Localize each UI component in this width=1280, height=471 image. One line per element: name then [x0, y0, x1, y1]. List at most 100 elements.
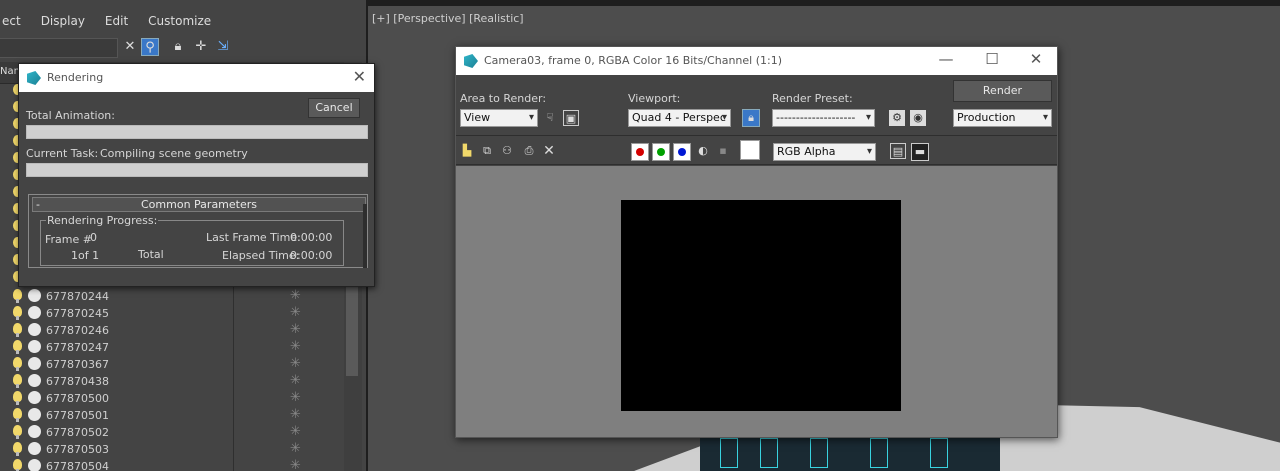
light-bulb-icon[interactable]	[13, 442, 22, 456]
lock-icon[interactable]: 🔒︎	[169, 38, 187, 56]
teapot-icon	[28, 323, 41, 336]
freeze-icon[interactable]: ✳	[290, 390, 301, 405]
object-name: 677870247	[46, 341, 109, 354]
list-item[interactable]: 677870245 ✳	[0, 305, 344, 322]
explorer-search-input[interactable]	[0, 38, 118, 58]
clear-icon[interactable]: ✕	[541, 143, 557, 159]
clone-window-icon[interactable]: ⚇	[499, 143, 515, 159]
clear-search-icon[interactable]: ✕	[121, 38, 139, 56]
area-to-render-dropdown[interactable]: View ▾	[460, 109, 538, 127]
cancel-button[interactable]: Cancel	[308, 98, 360, 118]
blue-channel-toggle[interactable]	[673, 143, 691, 161]
render-setup-icon[interactable]: ⚙	[889, 110, 905, 126]
freeze-icon[interactable]: ✳	[290, 407, 301, 422]
toggle-ui-overlay-icon[interactable]: ▤	[890, 143, 906, 159]
select-children-icon[interactable]: ✛	[192, 38, 210, 56]
light-bulb-icon[interactable]	[13, 408, 22, 422]
total-animation-progress-bar	[26, 125, 368, 139]
teapot-icon	[28, 408, 41, 421]
freeze-icon[interactable]: ✳	[290, 322, 301, 337]
minimize-icon[interactable]: —	[936, 50, 956, 68]
object-name: 677870245	[46, 307, 109, 320]
toggle-ui-icon[interactable]: ▬	[911, 143, 929, 161]
light-bulb-icon[interactable]	[13, 374, 22, 388]
freeze-icon[interactable]: ✳	[290, 305, 301, 320]
production-dropdown[interactable]: Production ▾	[953, 109, 1052, 127]
monochrome-icon[interactable]: ▪	[715, 143, 731, 159]
render-preset-dropdown[interactable]: -------------------- ▾	[772, 109, 875, 127]
object-name: 677870504	[46, 460, 109, 471]
freeze-icon[interactable]: ✳	[290, 458, 301, 471]
last-frame-time-label: Last Frame Time:	[206, 231, 301, 244]
freeze-icon[interactable]: ✳	[290, 288, 301, 303]
print-icon[interactable]: ⎙	[521, 143, 537, 159]
collapse-icon[interactable]: -	[36, 198, 40, 211]
list-item[interactable]: 677870247 ✳	[0, 339, 344, 356]
light-bulb-icon[interactable]	[13, 306, 22, 320]
menu-item-select[interactable]: ect	[2, 14, 21, 36]
viewport-label[interactable]: [+] [Perspective] [Realistic]	[372, 12, 524, 25]
current-task-progress-bar	[26, 163, 368, 177]
menu-item-display[interactable]: Display	[41, 14, 85, 36]
list-item[interactable]: 677870367 ✳	[0, 356, 344, 373]
teapot-icon	[28, 425, 41, 438]
object-name: 677870367	[46, 358, 109, 371]
edit-region-icon[interactable]: ☟	[542, 110, 558, 126]
close-icon[interactable]: ✕	[1026, 50, 1046, 68]
chevron-down-icon: ▾	[528, 112, 534, 123]
lock-viewport-icon[interactable]: 🔒︎	[742, 109, 760, 127]
list-item[interactable]: 677870438 ✳	[0, 373, 344, 390]
teapot-icon	[28, 459, 41, 471]
rendering-dialog-titlebar[interactable]: Rendering ✕	[19, 64, 374, 92]
save-image-icon[interactable]: ▙	[459, 143, 475, 159]
freeze-icon[interactable]: ✳	[290, 339, 301, 354]
rendering-progress-label: Rendering Progress:	[46, 214, 159, 227]
list-item[interactable]: 677870244 ✳	[0, 288, 344, 305]
light-bulb-icon[interactable]	[13, 340, 22, 354]
freeze-icon[interactable]: ✳	[290, 441, 301, 456]
explorer-menubar: ect Display Edit Customize	[0, 14, 211, 36]
last-frame-time-value: 0:00:00	[290, 231, 333, 244]
building-window	[930, 438, 948, 468]
building-window	[810, 438, 828, 468]
menu-item-edit[interactable]: Edit	[105, 14, 128, 36]
light-bulb-icon[interactable]	[13, 425, 22, 439]
freeze-icon[interactable]: ✳	[290, 356, 301, 371]
render-frame-window: Camera03, frame 0, RGBA Color 16 Bits/Ch…	[455, 46, 1058, 438]
list-item[interactable]: 677870504 ✳	[0, 458, 344, 471]
environment-icon[interactable]: ◉	[910, 110, 926, 126]
area-to-render-label: Area to Render:	[460, 92, 547, 105]
render-button[interactable]: Render	[953, 80, 1052, 102]
channel-display-dropdown[interactable]: RGB Alpha ▾	[773, 143, 876, 161]
light-bulb-icon[interactable]	[13, 323, 22, 337]
object-name: 677870503	[46, 443, 109, 456]
total-animation-label: Total Animation:	[26, 109, 115, 122]
menu-item-customize[interactable]: Customize	[148, 14, 211, 36]
render-window-titlebar[interactable]: Camera03, frame 0, RGBA Color 16 Bits/Ch…	[456, 47, 1057, 75]
alpha-channel-icon[interactable]: ◐	[695, 143, 711, 159]
rollout-scrollbar[interactable]	[363, 204, 367, 268]
auto-region-icon[interactable]: ▣	[563, 110, 579, 126]
copy-image-icon[interactable]: ⧉	[479, 143, 495, 159]
viewport-dropdown[interactable]: Quad 4 - Perspec ▾	[628, 109, 731, 127]
list-item[interactable]: 677870500 ✳	[0, 390, 344, 407]
light-bulb-icon[interactable]	[13, 391, 22, 405]
color-swatch[interactable]	[740, 140, 760, 160]
list-item[interactable]: 677870503 ✳	[0, 441, 344, 458]
light-bulb-icon[interactable]	[13, 357, 22, 371]
list-item[interactable]: 677870246 ✳	[0, 322, 344, 339]
freeze-icon[interactable]: ✳	[290, 424, 301, 439]
freeze-icon[interactable]: ✳	[290, 373, 301, 388]
select-dependents-icon[interactable]: ⇲	[214, 38, 232, 56]
light-bulb-icon[interactable]	[13, 459, 22, 471]
maximize-icon[interactable]: ☐	[982, 50, 1002, 68]
object-name: 677870244	[46, 290, 109, 303]
common-parameters-header[interactable]: - Common Parameters	[32, 197, 366, 212]
list-item[interactable]: 677870502 ✳	[0, 424, 344, 441]
light-bulb-icon[interactable]	[13, 289, 22, 303]
close-icon[interactable]: ✕	[353, 67, 366, 86]
filter-icon[interactable]: ⚲	[141, 38, 159, 56]
red-channel-toggle[interactable]	[631, 143, 649, 161]
green-channel-toggle[interactable]	[652, 143, 670, 161]
list-item[interactable]: 677870501 ✳	[0, 407, 344, 424]
